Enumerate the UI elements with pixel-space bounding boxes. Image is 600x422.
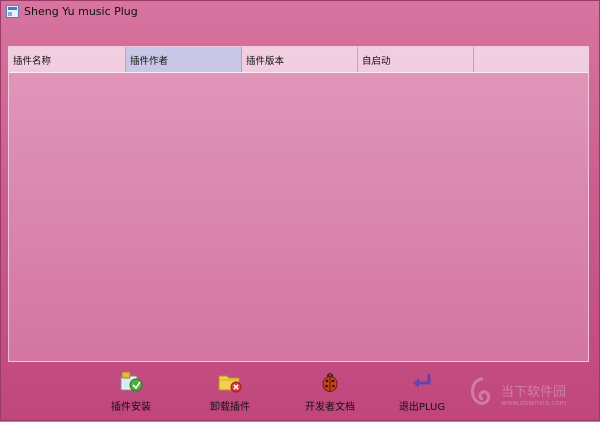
plugin-list-header: 插件名称 插件作者 插件版本 自启动 — [9, 47, 588, 73]
ladybug-icon — [322, 373, 338, 392]
window-title: Sheng Yu music Plug — [24, 5, 138, 18]
column-autostart[interactable]: 自启动 — [358, 47, 474, 72]
title-bar: Sheng Yu music Plug — [1, 1, 600, 25]
exit-plug-label: 退出PLUG — [398, 402, 446, 413]
uninstall-plugin-label: 卸载插件 — [210, 402, 250, 413]
plugin-manager-window: Sheng Yu music Plug 插件名称 插件作者 插件版本 自启动 插… — [0, 0, 600, 421]
column-plugin-author[interactable]: 插件作者 — [126, 47, 242, 72]
exit-plug-button[interactable]: 退出PLUG — [387, 370, 457, 416]
plugin-list-body[interactable] — [9, 73, 588, 361]
bottom-toolbar: 插件安装 卸载插件 开发者文档 退出PLUG — [1, 366, 600, 422]
install-icon — [120, 371, 143, 392]
install-plugin-button[interactable]: 插件安装 — [96, 370, 166, 416]
column-plugin-version[interactable]: 插件版本 — [242, 47, 358, 72]
column-plugin-name[interactable]: 插件名称 — [9, 47, 126, 72]
plugin-list[interactable]: 插件名称 插件作者 插件版本 自启动 — [8, 46, 589, 362]
app-icon — [6, 5, 19, 18]
developer-docs-label: 开发者文档 — [305, 402, 355, 413]
folder-delete-icon — [218, 375, 242, 393]
uninstall-plugin-button[interactable]: 卸载插件 — [195, 370, 265, 416]
install-plugin-label: 插件安装 — [111, 402, 151, 413]
developer-docs-button[interactable]: 开发者文档 — [295, 370, 365, 416]
return-arrow-icon — [413, 374, 431, 388]
column-filler — [474, 47, 588, 72]
